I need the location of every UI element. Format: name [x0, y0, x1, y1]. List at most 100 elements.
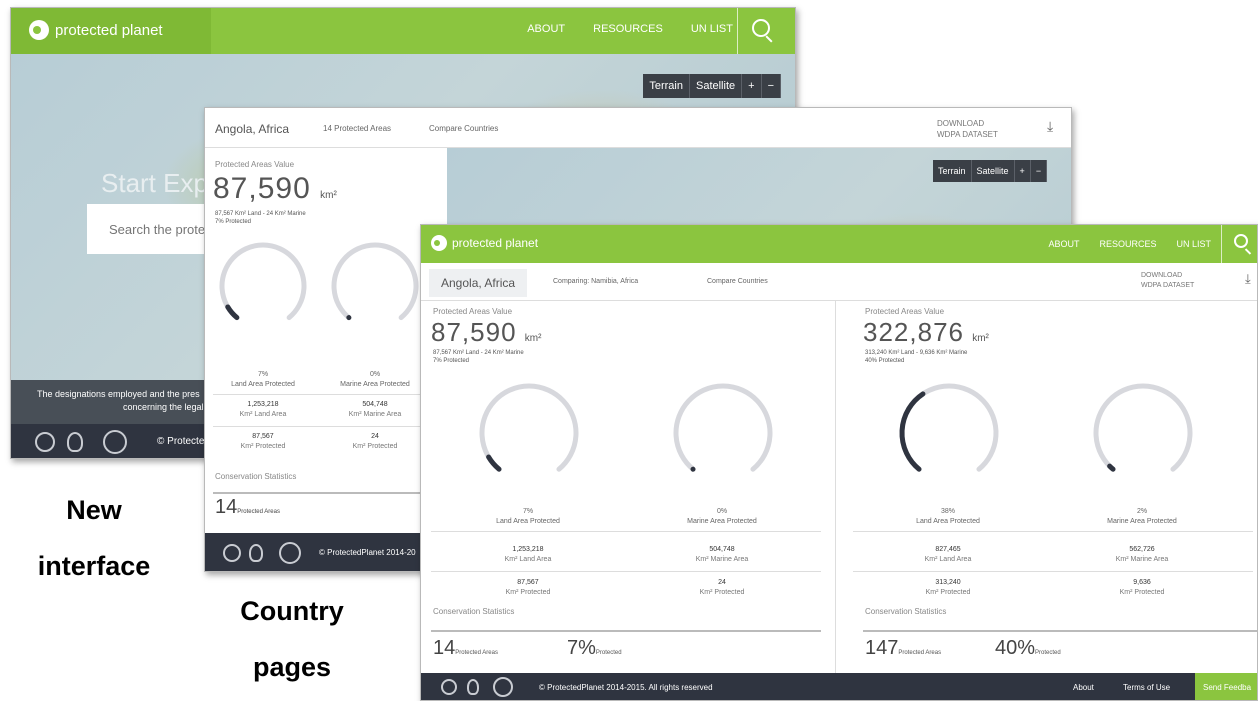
site-name: protected planet — [55, 21, 163, 39]
marine-area-value: 562,726 — [1129, 546, 1155, 553]
land-gauge — [219, 242, 307, 321]
pa-total-label: Protected Areas — [237, 509, 280, 515]
total-protected-areas: 14Protected Areas — [215, 496, 280, 519]
footer-about-link[interactable]: About — [1073, 683, 1094, 692]
marine-label: Marine Area Protected — [1107, 518, 1177, 525]
land-gauge-track — [479, 383, 579, 472]
marine-pct: 0% — [716, 508, 728, 515]
marine-area-stat: 504,748 Km² Marine Area — [647, 545, 797, 565]
divider — [853, 531, 1253, 532]
value-label: Protected Areas Value — [865, 307, 945, 316]
comparing-label[interactable]: Comparing: Namibia, Africa — [553, 278, 638, 285]
country-title: Angola, Africa — [215, 122, 290, 136]
footer: © ProtectedPlanet 2014-2015. All rights … — [421, 673, 1257, 700]
country-tab[interactable]: Angola, Africa — [429, 269, 528, 297]
land-marine-breakdown: 87,567 Km² Land - 24 Km² Marine — [433, 350, 524, 356]
land-area-value: 1,253,218 — [247, 401, 279, 408]
marine-protected-stat: 9,636 Km² Protected — [1067, 578, 1217, 598]
search-icon-handle — [1244, 248, 1252, 255]
main-nav: ABOUT RESOURCES UN LIST — [499, 23, 733, 35]
marine-protected-value: 9,636 — [1133, 579, 1151, 586]
nav-resources[interactable]: RESOURCES — [1099, 239, 1156, 249]
value-detail: 87,567 Km² Land - 24 Km² Marine 7% Prote… — [433, 349, 524, 365]
marine-protected-value: 24 — [718, 579, 726, 586]
value-number: 322,876 — [863, 317, 964, 347]
site-logo[interactable]: protected planet — [431, 235, 538, 251]
protected-areas-link[interactable]: 14 Protected Areas — [323, 124, 391, 133]
nav-un-list[interactable]: UN LIST — [1176, 239, 1211, 249]
stats-panel: Protected Areas Value 87,590 km² 87,567 … — [205, 148, 447, 533]
download-icon[interactable]: ⤓ — [1245, 271, 1251, 287]
terrain-button[interactable]: Terrain — [643, 74, 690, 98]
top-nav-bar: protected planet ABOUT RESOURCES UN LIST — [421, 225, 1257, 263]
land-label: Land Area Protected — [496, 518, 560, 525]
percent-protected-total: 40%Protected — [995, 637, 1061, 660]
download-icon[interactable]: ⤓ — [1047, 118, 1053, 135]
nav-about[interactable]: ABOUT — [527, 23, 565, 35]
site-logo[interactable]: protected planet — [29, 20, 163, 40]
compare-countries-link[interactable]: Compare Countries — [429, 124, 498, 133]
land-area-label: Km² Land Area — [924, 556, 972, 563]
marine-gauge-fill — [1107, 463, 1116, 472]
satellite-button[interactable]: Satellite — [689, 74, 743, 98]
compare-countries-link[interactable]: Compare Countries — [707, 278, 768, 285]
divider — [213, 426, 439, 427]
marine-gauge-track — [1093, 383, 1193, 472]
pa-total: 147 — [865, 637, 899, 659]
marine-pct: 0% — [369, 371, 381, 378]
total-protected-areas: 147Protected Areas — [865, 637, 941, 660]
divider — [213, 394, 439, 395]
zoom-out-button[interactable]: − — [761, 74, 781, 98]
protected-area-value: 87,590 km² — [213, 172, 337, 206]
terrain-button[interactable]: Terrain — [933, 160, 972, 182]
iucn-logo-icon — [279, 542, 301, 564]
footer-copyright: © Protecte — [157, 436, 205, 447]
land-gauge-fill — [225, 304, 240, 321]
land-protected-stat: 87,567 Km² Protected — [208, 432, 318, 452]
compare-page-screenshot: protected planet ABOUT RESOURCES UN LIST… — [420, 224, 1258, 701]
conservation-stats-label: Conservation Statistics — [433, 607, 515, 616]
zoom-in-button[interactable]: + — [1014, 160, 1031, 182]
zoom-in-button[interactable]: + — [742, 74, 762, 98]
percent-protected: 7% Protected — [433, 358, 470, 364]
iucn-logo-icon — [103, 430, 127, 454]
pa-pct: 40% — [995, 637, 1036, 659]
caption-country: Country — [240, 596, 344, 626]
land-protected-stat: 87,567 Km² Protected — [453, 578, 603, 598]
search-button[interactable] — [737, 8, 783, 54]
zoom-out-button[interactable]: − — [1030, 160, 1048, 182]
value-label: Protected Areas Value — [215, 160, 295, 169]
marine-gauge — [673, 383, 773, 472]
marine-label: Marine Area Protected — [687, 518, 757, 525]
country-header: Angola, Africa Comparing: Namibia, Afric… — [421, 263, 1257, 301]
footer-copyright: © ProtectedPlanet 2014-20 — [319, 548, 416, 557]
land-protected-label: Km² Protected — [925, 589, 971, 596]
caption-new: New — [66, 495, 122, 525]
wcmc-logo-icon — [467, 679, 479, 695]
footer-terms-link[interactable]: Terms of Use — [1123, 683, 1170, 692]
marine-gauge-label: 2% Marine Area Protected — [1067, 507, 1217, 527]
unep-logo-icon — [441, 679, 457, 695]
land-area-label: Km² Land Area — [239, 411, 287, 418]
marine-label: Marine Area Protected — [340, 381, 410, 388]
globe-logo-icon — [431, 235, 447, 251]
send-feedback-button[interactable]: Send Feedba — [1195, 673, 1257, 700]
dataset-label: WDPA DATASET — [937, 130, 998, 139]
country-header: Angola, Africa 14 Protected Areas Compar… — [205, 108, 1071, 148]
land-protected-value: 87,567 — [252, 433, 274, 440]
value-label: Protected Areas Value — [433, 307, 513, 316]
search-button[interactable] — [1221, 225, 1257, 263]
nav-un-list[interactable]: UN LIST — [691, 23, 733, 35]
divider — [431, 571, 821, 572]
nav-about[interactable]: ABOUT — [1048, 239, 1079, 249]
download-dataset-link[interactable]: DOWNLOAD WDPA DATASET — [1141, 271, 1194, 291]
nav-resources[interactable]: RESOURCES — [593, 23, 663, 35]
pa-pct-label: Protected — [1035, 650, 1061, 656]
search-icon-handle — [765, 35, 773, 43]
marine-protected-stat: 24 Km² Protected — [647, 578, 797, 598]
download-dataset-link[interactable]: DOWNLOAD WDPA DATASET — [937, 118, 998, 140]
protected-area-value: 322,876 km² — [863, 317, 989, 348]
satellite-button[interactable]: Satellite — [971, 160, 1015, 182]
land-protected-value: 87,567 — [517, 579, 539, 586]
land-protected-stat: 313,240 Km² Protected — [873, 578, 1023, 598]
